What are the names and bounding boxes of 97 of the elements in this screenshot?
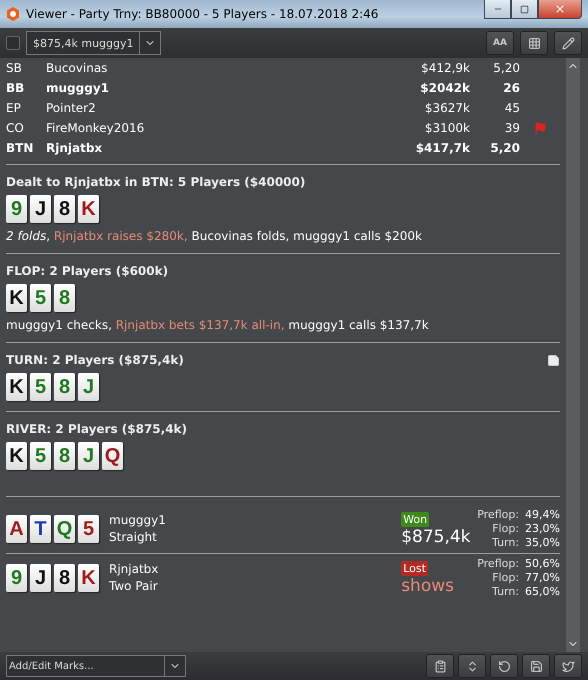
playing-card: Q (102, 442, 123, 470)
playing-card: K (78, 195, 99, 223)
minimize-button[interactable] (484, 0, 511, 19)
playing-card: K (6, 442, 27, 470)
playing-card: T (30, 515, 51, 543)
stack-text: $417,7k (414, 141, 470, 155)
equity-value: 23,0% (525, 522, 560, 536)
stack-text: $412,9k (420, 61, 470, 75)
playing-card: A (6, 515, 27, 543)
edit-button[interactable] (554, 31, 582, 55)
window-title: Viewer - Party Trny: BB80000 - 5 Players - 18.07.2018 2:46 (26, 7, 380, 21)
app-icon (6, 7, 20, 21)
save-button[interactable] (522, 654, 550, 678)
equity-value: 50,6% (525, 557, 560, 571)
playing-card: 8 (54, 284, 75, 312)
amount-text: $875,4k (401, 526, 471, 546)
playing-card: K (6, 373, 27, 401)
playing-card: 9 (6, 195, 27, 223)
hand-rank-text: Straight (109, 529, 158, 546)
equity-value: 35,0% (525, 536, 560, 550)
stack-text: $3100k (424, 121, 470, 135)
playing-card: Q (54, 515, 75, 543)
player-name: Rjnjatbx (109, 561, 160, 578)
position-text: EP (6, 101, 22, 115)
equity-value: 49,4% (525, 508, 560, 522)
street-title: RIVER: 2 Players ($875,4k) (6, 422, 188, 436)
checkbox[interactable] (6, 36, 20, 50)
position-text: BB (6, 81, 26, 95)
bird-icon (562, 660, 574, 672)
playing-card: J (30, 564, 51, 592)
save-icon (530, 660, 542, 672)
street-title: TURN: 2 Players ($875,4k) (6, 353, 184, 367)
player-name: mugggy1 (109, 512, 167, 529)
replay-button[interactable] (490, 654, 518, 678)
font-size-button[interactable]: AA (486, 31, 514, 55)
hand-rank-text: Two Pair (109, 578, 159, 595)
pencil-icon (562, 36, 574, 50)
notes-button[interactable] (426, 654, 454, 678)
equity-label: Flop: (491, 571, 520, 585)
big-blinds-text: 5,20 (489, 141, 520, 155)
playing-card: 5 (78, 515, 99, 543)
result-badge: Won (401, 512, 430, 526)
player-name: FireMonkey2016 (46, 121, 146, 135)
street-title: FLOP: 2 Players ($600k) (6, 264, 168, 278)
equity-label: Flop: (491, 522, 520, 536)
equity-label: Preflop: (477, 508, 520, 522)
playing-card: 8 (54, 564, 75, 592)
equity-label: Turn: (491, 585, 520, 599)
rotate-icon (498, 660, 510, 672)
position-text: CO (6, 121, 25, 135)
equity-value: 65,0% (525, 585, 560, 599)
action-text: 2 folds, Rjnjatbx raises $280k, Bucovinas folds, mugggy1 calls $200k (6, 229, 424, 243)
player-name: Bucovinas (46, 61, 108, 75)
playing-card: 8 (54, 442, 75, 470)
playing-card: J (78, 442, 99, 470)
grid-button[interactable] (520, 31, 548, 55)
share-button[interactable] (554, 654, 582, 678)
marks-dropdown[interactable]: Add/Edit Marks... (6, 655, 186, 677)
grid-icon (528, 36, 540, 50)
hand-select[interactable]: $875,4k mugggy1 (26, 31, 161, 55)
playing-card: 8 (54, 373, 75, 401)
player-name: Pointer2 (46, 101, 97, 115)
maximize-button[interactable] (511, 0, 538, 19)
action-text: mugggy1 checks, Rjnjatbx bets $137,7k all-in, mugggy1 calls $137,7k (6, 318, 430, 332)
street-title: Dealt to Rjnjatbx in BTN: 5 Players ($40000) (6, 175, 306, 189)
big-blinds-text: 5,20 (492, 61, 520, 75)
stack-text: $3627k (424, 101, 470, 115)
marks-field[interactable]: Add/Edit Marks... (7, 660, 164, 672)
player-name: mugggy1 (46, 81, 110, 95)
playing-card: 5 (30, 373, 51, 401)
result-badge: Lost (401, 560, 428, 576)
position-text: BTN (6, 141, 34, 155)
close-button[interactable] (538, 0, 582, 19)
close-icon (554, 3, 566, 15)
big-blinds-text: 26 (502, 81, 520, 95)
stack-text: $2042k (419, 81, 470, 95)
playing-card: 8 (54, 195, 75, 223)
playing-card: K (6, 284, 27, 312)
equity-label: Preflop: (477, 557, 520, 571)
equity-label: Turn: (491, 536, 520, 550)
playing-card: 5 (30, 284, 51, 312)
playing-card: 5 (30, 442, 51, 470)
position-text: SB (6, 61, 23, 75)
playing-card: 9 (6, 564, 27, 592)
amount-text: shows (401, 576, 454, 596)
maximize-icon (520, 4, 529, 14)
big-blinds-text: 39 (504, 121, 520, 135)
player-name: Rjnjatbx (46, 141, 104, 155)
note-icon[interactable] (547, 354, 560, 366)
equity-value: 77,0% (525, 571, 560, 585)
playing-card: J (78, 373, 99, 401)
scrollbar[interactable] (566, 58, 580, 652)
clipboard-icon (434, 660, 446, 672)
playing-card: J (30, 195, 51, 223)
sort-button[interactable] (458, 654, 486, 678)
playing-card: K (78, 564, 99, 592)
big-blinds-text: 45 (504, 101, 520, 115)
